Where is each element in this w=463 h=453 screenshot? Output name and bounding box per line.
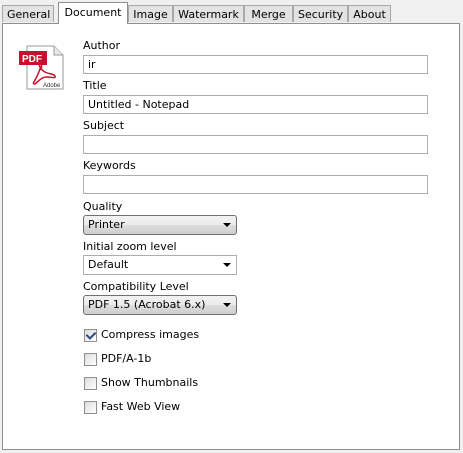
zoom-select[interactable]: Default: [83, 255, 237, 275]
tab-document[interactable]: Document: [58, 2, 128, 24]
compat-label: Compatibility Level: [83, 280, 189, 293]
checkbox-label: Show Thumbnails: [101, 376, 199, 389]
zoom-select-value: Default: [88, 258, 129, 271]
checkbox-box[interactable]: [84, 401, 97, 414]
title-field[interactable]: Untitled - Notepad: [83, 95, 428, 114]
subject-field[interactable]: [83, 135, 428, 154]
subject-label: Subject: [83, 119, 125, 132]
document-tab-panel: PDF Adobe Author ir Title Untitled - Not…: [2, 23, 460, 450]
checkbox-box[interactable]: [84, 353, 97, 366]
author-field[interactable]: ir: [83, 55, 428, 74]
checkbox-box[interactable]: [84, 329, 97, 342]
chevron-down-icon: [223, 303, 231, 307]
keywords-label: Keywords: [83, 159, 136, 172]
tab-merge[interactable]: Merge: [244, 5, 293, 22]
checkbox-label: Fast Web View: [101, 400, 181, 413]
pdf-adobe-icon: PDF Adobe: [19, 45, 64, 90]
tab-security[interactable]: Security: [293, 5, 348, 22]
chevron-down-icon: [223, 263, 231, 267]
author-label: Author: [83, 39, 121, 52]
keywords-field[interactable]: [83, 175, 428, 194]
checkbox-label: Compress images: [101, 328, 200, 341]
quality-label: Quality: [83, 200, 123, 213]
title-label: Title: [83, 79, 107, 92]
compat-select-value: PDF 1.5 (Acrobat 6.x): [88, 298, 206, 311]
chevron-down-icon: [223, 223, 231, 227]
tab-image[interactable]: Image: [128, 5, 173, 22]
quality-select[interactable]: Printer: [83, 215, 237, 235]
tab-about[interactable]: About: [348, 5, 391, 22]
checkbox-label: PDF/A-1b: [101, 352, 152, 365]
compat-select[interactable]: PDF 1.5 (Acrobat 6.x): [83, 295, 237, 315]
quality-select-value: Printer: [88, 218, 125, 231]
tab-general[interactable]: General: [2, 5, 54, 22]
checkbox-box[interactable]: [84, 377, 97, 390]
tab-watermark[interactable]: Watermark: [173, 5, 244, 22]
adobe-brand-text: Adobe: [43, 83, 61, 89]
zoom-label: Initial zoom level: [83, 240, 177, 253]
checkmark-icon: [85, 329, 97, 340]
